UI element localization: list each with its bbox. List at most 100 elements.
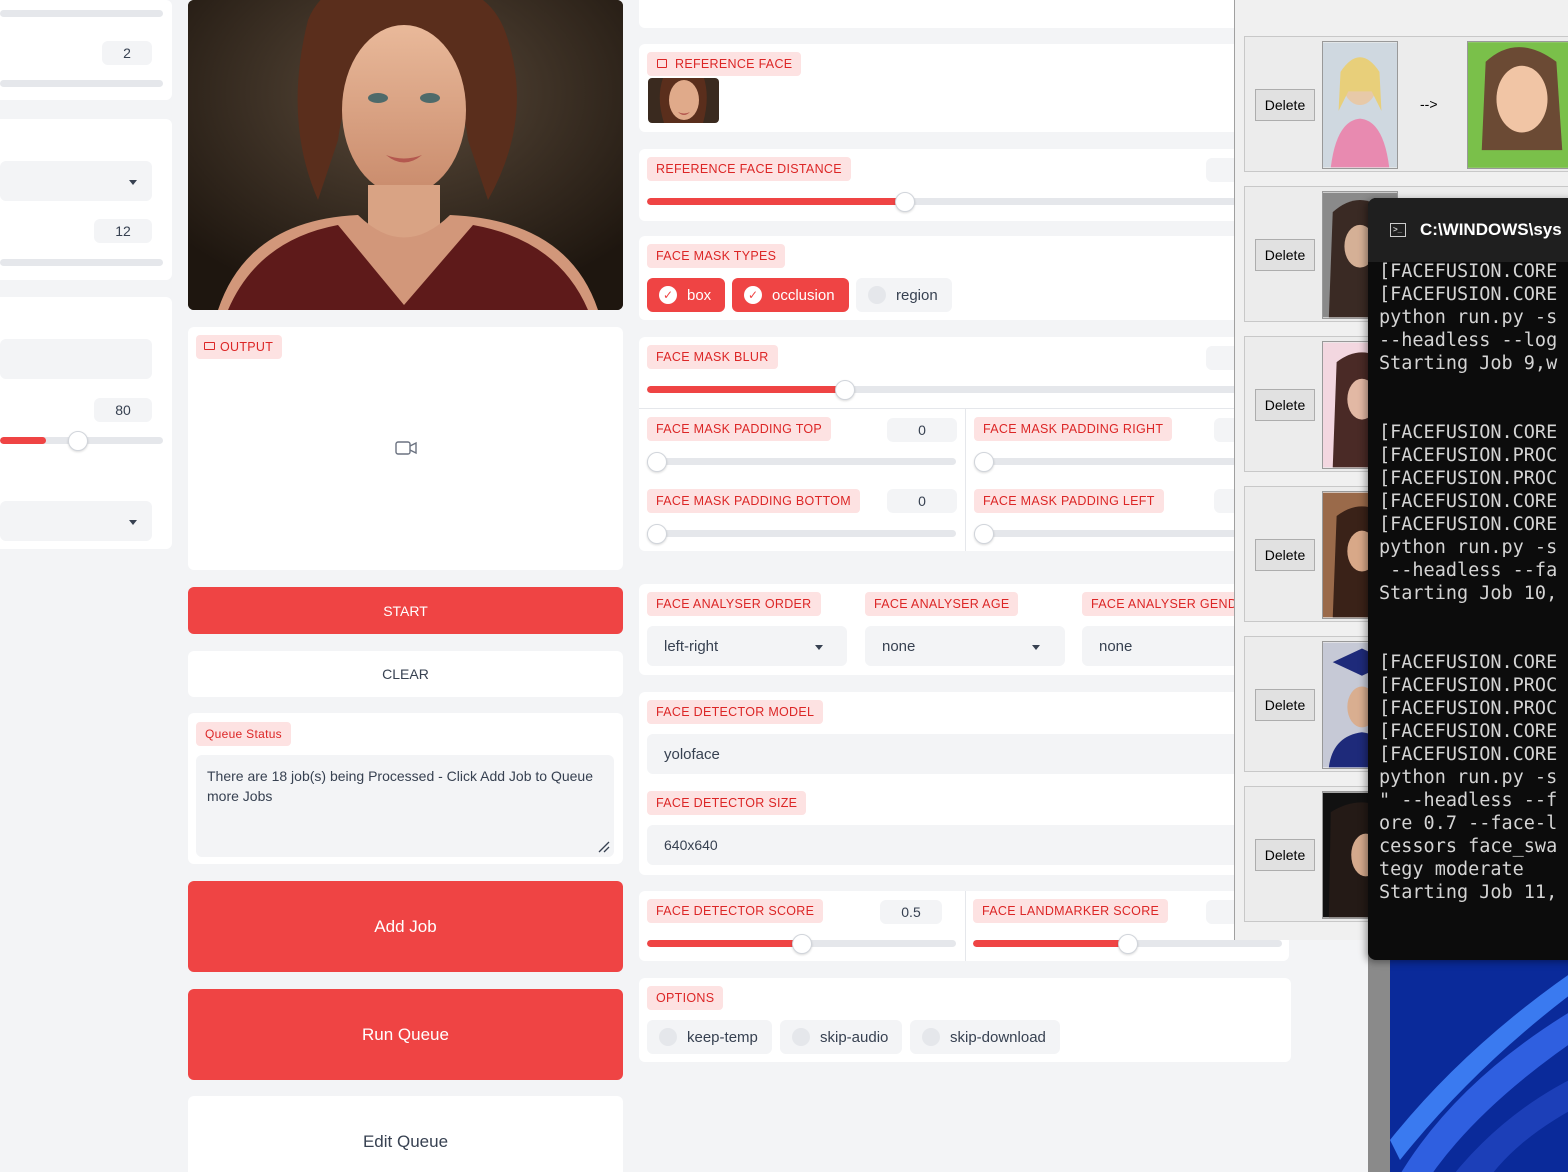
face-mask-padding-bottom-thumb[interactable] — [647, 524, 667, 544]
face-mask-padding-top-value[interactable]: 0 — [887, 418, 957, 442]
terminal-line: [FACEFUSION.PROC — [1379, 445, 1558, 466]
mask-type-occlusion-checkbox[interactable]: ✓ occlusion — [732, 278, 849, 312]
unchecked-circle-icon — [659, 1028, 677, 1046]
terminal-line: Starting Job 9,w — [1379, 353, 1558, 374]
face-mask-padding-left-label: FACE MASK PADDING LEFT — [974, 489, 1164, 513]
face-mask-padding-right-thumb[interactable] — [974, 452, 994, 472]
face-mask-padding-left-slider[interactable] — [974, 530, 1274, 537]
face-mask-padding-left-thumb[interactable] — [974, 524, 994, 544]
output-label: OUTPUT — [196, 335, 283, 359]
face-mask-padding-top-thumb[interactable] — [647, 452, 667, 472]
chevron-down-icon — [129, 180, 137, 185]
source-image-preview — [188, 0, 623, 310]
face-detector-card: FACE DETECTOR MODEL yoloface FACE DETECT… — [639, 692, 1289, 875]
terminal-title-bar[interactable]: >_ C:\WINDOWS\sys — [1368, 198, 1568, 262]
terminal-line: [FACEFUSION.CORE — [1379, 491, 1558, 512]
reference-face-distance-card: REFERENCE FACE DISTANCE 0 — [639, 149, 1289, 221]
video-icon — [204, 342, 215, 350]
terminal-line: python run.py -s — [1379, 537, 1558, 558]
queue-status-label: Queue Status — [196, 722, 291, 746]
left-slider-track-b[interactable] — [0, 259, 163, 266]
face-detector-size-select[interactable]: 640x640 — [647, 825, 1281, 865]
terminal-line: [FACEFUSION.CORE — [1379, 261, 1558, 282]
terminal-line: python run.py -s — [1379, 767, 1558, 788]
image-icon — [657, 59, 667, 68]
face-mask-types-card: FACE MASK TYPES ✓ box ✓ occlusion region — [639, 236, 1289, 320]
left-slider-thumb-c[interactable] — [68, 431, 89, 451]
unchecked-circle-icon — [868, 286, 886, 304]
clear-button[interactable]: CLEAR — [188, 651, 623, 697]
queue-status-textarea[interactable]: There are 18 job(s) being Processed - Cl… — [196, 755, 614, 857]
left-number-b[interactable]: 12 — [94, 219, 152, 243]
reference-face-distance-label: REFERENCE FACE DISTANCE — [647, 157, 851, 181]
cmd-icon: >_ — [1390, 223, 1406, 237]
left-number-c[interactable]: 80 — [94, 398, 152, 422]
face-analyser-age-label: FACE ANALYSER AGE — [865, 592, 1019, 616]
face-detector-model-select[interactable]: yoloface — [647, 734, 1281, 774]
terminal-window[interactable]: >_ C:\WINDOWS\sys [FACEFUSION.CORE [FACEF… — [1368, 198, 1568, 960]
terminal-line: [FACEFUSION.CORE — [1379, 422, 1558, 443]
output-card: OUTPUT — [188, 327, 623, 570]
option-keep-temp-checkbox[interactable]: keep-temp — [647, 1020, 772, 1054]
face-landmarker-score-label: FACE LANDMARKER SCORE — [973, 899, 1169, 923]
left-number-a[interactable]: 2 — [102, 41, 152, 65]
add-job-button[interactable]: Add Job — [188, 881, 623, 972]
delete-job-button[interactable]: Delete — [1255, 89, 1315, 121]
chevron-down-icon — [1032, 645, 1040, 650]
terminal-line: [FACEFUSION.PROC — [1379, 468, 1558, 489]
queue-status-text: There are 18 job(s) being Processed - Cl… — [207, 768, 593, 804]
unchecked-circle-icon — [922, 1028, 940, 1046]
terminal-line: [FACEFUSION.PROC — [1379, 698, 1558, 719]
face-detector-score-value[interactable]: 0.5 — [880, 900, 942, 924]
reference-face-distance-thumb[interactable] — [895, 192, 915, 212]
face-mask-blur-slider[interactable] — [647, 386, 1267, 393]
portrait-image — [188, 0, 623, 310]
terminal-line: tegy moderate — [1379, 859, 1524, 880]
reference-face-card: REFERENCE FACE — [639, 44, 1289, 132]
reference-face-label: REFERENCE FACE — [647, 52, 802, 76]
face-mask-padding-top-slider[interactable] — [647, 458, 956, 465]
option-skip-audio-checkbox[interactable]: skip-audio — [780, 1020, 903, 1054]
reference-face-thumbnail[interactable] — [648, 78, 719, 123]
video-camera-icon — [395, 441, 417, 455]
wallpaper-image — [1390, 960, 1568, 1172]
divider — [965, 891, 966, 961]
face-analyser-order-label: FACE ANALYSER ORDER — [647, 592, 821, 616]
delete-job-button[interactable]: Delete — [1255, 539, 1315, 571]
chevron-down-icon — [815, 645, 823, 650]
run-queue-button[interactable]: Run Queue — [188, 989, 623, 1080]
face-mask-padding-bottom-value[interactable]: 0 — [887, 489, 957, 513]
face-detector-score-thumb[interactable] — [791, 934, 812, 954]
delete-job-button[interactable]: Delete — [1255, 389, 1315, 421]
terminal-line: ore 0.7 --face-l — [1379, 813, 1558, 834]
delete-job-button[interactable]: Delete — [1255, 839, 1315, 871]
source-thumbnail — [1322, 41, 1398, 169]
terminal-line: --headless --log — [1379, 330, 1558, 351]
mask-type-region-checkbox[interactable]: region — [856, 278, 952, 312]
left-slider-track-a[interactable] — [0, 80, 163, 87]
left-settings-card-2: 12 — [0, 119, 172, 280]
face-mask-padding-right-slider[interactable] — [974, 458, 1274, 465]
terminal-line: Starting Job 11, — [1379, 882, 1558, 903]
left-settings-card-3: 80 — [0, 297, 172, 549]
face-mask-padding-right-label: FACE MASK PADDING RIGHT — [974, 417, 1173, 441]
left-slider-track-0[interactable] — [0, 10, 163, 17]
face-mask-blur-thumb[interactable] — [835, 380, 855, 400]
face-mask-padding-bottom-slider[interactable] — [647, 530, 956, 537]
option-skip-download-checkbox[interactable]: skip-download — [910, 1020, 1060, 1054]
unchecked-circle-icon — [792, 1028, 810, 1046]
terminal-line: [FACEFUSION.CORE — [1379, 514, 1558, 535]
delete-job-button[interactable]: Delete — [1255, 239, 1315, 271]
check-icon: ✓ — [659, 286, 677, 304]
left-input-field[interactable] — [0, 339, 152, 379]
face-scores-card: FACE DETECTOR SCORE 0.5 FACE LANDMARKER … — [639, 891, 1289, 961]
face-landmarker-score-thumb[interactable] — [1117, 934, 1138, 954]
delete-job-button[interactable]: Delete — [1255, 689, 1315, 721]
resize-handle-icon — [598, 841, 610, 853]
reference-face-distance-slider[interactable] — [647, 198, 1267, 205]
terminal-line: [FACEFUSION.CORE — [1379, 744, 1558, 765]
edit-queue-button[interactable]: Edit Queue — [188, 1096, 623, 1172]
start-button[interactable]: START — [188, 587, 623, 634]
queue-status-card: Queue Status There are 18 job(s) being P… — [188, 713, 623, 864]
mask-type-box-checkbox[interactable]: ✓ box — [647, 278, 726, 312]
